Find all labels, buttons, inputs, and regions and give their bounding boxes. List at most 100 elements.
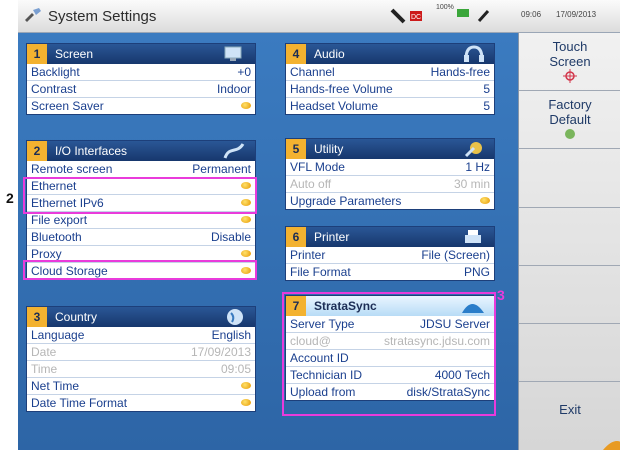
file-format-value: PNG [463, 265, 490, 279]
printer-icon [465, 230, 481, 243]
remote-screen-value: Permanent [192, 162, 251, 176]
channel-value: Hands-free [430, 65, 490, 79]
callout-label-3: 3 [497, 287, 505, 303]
date-time-format-row[interactable]: Date Time Format [27, 395, 255, 411]
empty-softkey-2[interactable] [519, 207, 620, 266]
remote-screen-row[interactable]: Remote screen Permanent [27, 161, 255, 178]
device-screen: System Settings DC 100% 09:06 17/09/2013… [18, 0, 620, 450]
monitor-icon [224, 46, 242, 61]
file-format-row[interactable]: File Format PNG [286, 264, 494, 280]
screen-panel-header: 1 Screen [27, 44, 255, 64]
channel-label: Channel [290, 65, 335, 79]
tools-status-icon: DC [390, 8, 422, 24]
net-time-label: Net Time [31, 379, 80, 393]
touch-screen-label-line2: Screen [549, 54, 591, 69]
battery-icon [457, 9, 469, 17]
headset-icon [464, 45, 484, 62]
empty-softkey-3[interactable] [519, 265, 620, 324]
bluetooth-row[interactable]: Bluetooth Disable [27, 229, 255, 246]
upgrade-parameters-label: Upgrade Parameters [290, 194, 402, 208]
settings-main-area: 1 Screen Backlight +0 Contrast Indoor Scre… [18, 33, 518, 450]
channel-row[interactable]: Channel Hands-free [286, 64, 494, 81]
printer-label: Printer [290, 248, 326, 262]
empty-softkey-4[interactable] [519, 323, 620, 382]
clock-date: 17/09/2013 [556, 10, 597, 19]
hands-free-volume-row[interactable]: Hands-free Volume 5 [286, 81, 494, 98]
audio-panel-title: Audio [314, 47, 345, 61]
printer-panel: 6 Printer Printer File (Screen) File Form… [285, 226, 495, 281]
file-export-label: File export [31, 213, 88, 227]
reset-icon [565, 129, 575, 139]
ethernet-highlight-box [23, 177, 257, 214]
time-value: 09:05 [220, 362, 251, 376]
proxy-label: Proxy [31, 247, 62, 261]
printer-panel-title: Printer [314, 230, 350, 244]
vfl-mode-row[interactable]: VFL Mode 1 Hz [286, 159, 494, 176]
date-label: Date [31, 345, 57, 359]
upgrade-parameters-row[interactable]: Upgrade Parameters [286, 193, 494, 209]
audio-panel-header: 4 Audio [286, 44, 494, 64]
net-time-indicator-icon [241, 382, 251, 389]
file-format-label: File Format [290, 265, 351, 279]
touch-screen-label-line1: Touch [552, 39, 588, 54]
utility-panel-title: Utility [314, 142, 344, 156]
callout-label-2: 2 [6, 190, 14, 206]
window-title: System Settings [48, 8, 157, 25]
proxy-indicator-icon [241, 250, 251, 257]
net-time-row[interactable]: Net Time [27, 378, 255, 395]
backlight-label: Backlight [31, 65, 80, 79]
remote-screen-label: Remote screen [31, 162, 113, 176]
printer-panel-number: 6 [286, 227, 306, 247]
printer-row[interactable]: Printer File (Screen) [286, 247, 494, 264]
empty-softkey-1[interactable] [519, 149, 620, 208]
hands-free-volume-value: 5 [483, 82, 490, 96]
time-row: Time 09:05 [27, 361, 255, 378]
settings-app-icon [25, 8, 41, 22]
auto-off-label: Auto off [290, 177, 332, 191]
file-export-row[interactable]: File export [27, 212, 255, 229]
language-row[interactable]: Language English [27, 327, 255, 344]
screen-panel: 1 Screen Backlight +0 Contrast Indoor Scre… [26, 43, 256, 115]
utility-panel-number: 5 [286, 139, 306, 159]
softkey-sidebar: Touch Screen Factory Default Exit [518, 33, 620, 450]
screen-saver-label: Screen Saver [31, 99, 104, 113]
io-panel-header: 2 I/O Interfaces [27, 141, 255, 161]
auto-off-value: 30 min [453, 177, 490, 191]
globe-icon [227, 309, 243, 325]
date-time-format-label: Date Time Format [31, 396, 128, 410]
time-label: Time [31, 362, 58, 376]
backlight-row[interactable]: Backlight +0 [27, 64, 255, 81]
vfl-mode-value: 1 Hz [465, 160, 490, 174]
clock-time: 09:06 [521, 10, 542, 19]
headset-volume-row[interactable]: Headset Volume 5 [286, 98, 494, 114]
language-label: Language [31, 328, 85, 342]
language-value: English [211, 328, 251, 342]
factory-default-button[interactable]: Factory Default [519, 91, 620, 149]
battery-status: 100% [436, 4, 470, 24]
file-export-indicator-icon [241, 216, 251, 223]
plug-status-icon [477, 9, 490, 23]
contrast-row[interactable]: Contrast Indoor [27, 81, 255, 98]
screen-panel-number: 1 [27, 44, 47, 64]
headset-volume-label: Headset Volume [290, 99, 379, 113]
country-panel-title: Country [55, 310, 98, 324]
svg-text:DC: DC [411, 14, 421, 21]
audio-panel: 4 Audio Channel Hands-free Hands-free Vol… [285, 43, 495, 115]
country-panel: 3 Country Language English Date 17/09/2013… [26, 306, 256, 412]
corner-tab-icon [603, 441, 620, 450]
exit-label: Exit [559, 402, 581, 417]
upgrade-parameters-indicator-icon [480, 197, 490, 204]
utility-panel-header: 5 Utility [286, 139, 494, 159]
proxy-highlight-box [23, 260, 257, 280]
cable-icon [223, 143, 245, 159]
audio-panel-number: 4 [286, 44, 306, 64]
stratasync-highlight-box [282, 292, 496, 416]
date-time-format-indicator-icon [241, 399, 251, 406]
bluetooth-label: Bluetooth [31, 230, 82, 244]
title-bar: System Settings DC 100% 09:06 17/09/2013 [18, 0, 620, 33]
tools-icon [464, 142, 482, 158]
date-value: 17/09/2013 [190, 345, 251, 359]
screen-saver-row[interactable]: Screen Saver [27, 98, 255, 114]
contrast-label: Contrast [31, 82, 77, 96]
touch-screen-button[interactable]: Touch Screen [519, 33, 620, 91]
